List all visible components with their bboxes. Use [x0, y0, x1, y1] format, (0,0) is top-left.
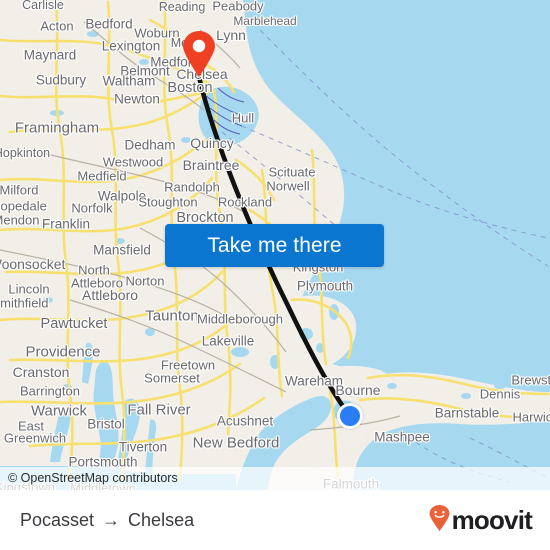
route-summary: Pocasset → Chelsea — [20, 510, 194, 531]
route-destination-label: Chelsea — [128, 509, 195, 530]
moovit-logo[interactable]: moovit — [429, 504, 533, 536]
origin-marker-pocasset[interactable] — [337, 403, 363, 429]
moovit-route-map-screen: Carlisle Reading Peabody Marblehead Acton Bed… — [0, 0, 550, 550]
moovit-wordmark: moovit — [451, 504, 533, 535]
moovit-pin-icon — [429, 504, 450, 536]
footer-bar: Pocasset → Chelsea moovit — [0, 490, 550, 550]
destination-marker-chelsea[interactable] — [182, 31, 216, 77]
take-me-there-button[interactable]: Take me there — [165, 224, 384, 267]
route-origin-label: Pocasset — [20, 509, 95, 530]
map-canvas[interactable]: Carlisle Reading Peabody Marblehead Acton Bed… — [0, 0, 550, 490]
arrow-right-icon: → — [102, 509, 121, 530]
map-attribution[interactable]: © OpenStreetMap contributors — [0, 467, 550, 490]
